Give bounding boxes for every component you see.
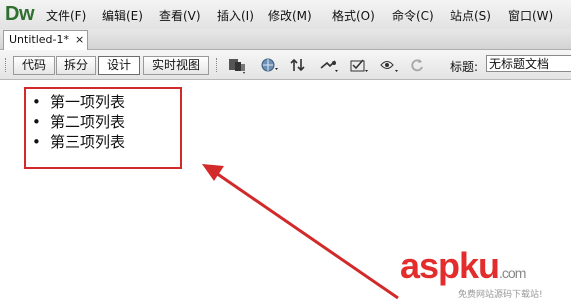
- watermark-brand: aspku: [400, 245, 500, 286]
- watermark-logo: aspku.com: [400, 245, 526, 291]
- watermark-caption: 免费网站源码下载站!: [458, 290, 543, 300]
- watermark-domain: .com: [499, 265, 526, 281]
